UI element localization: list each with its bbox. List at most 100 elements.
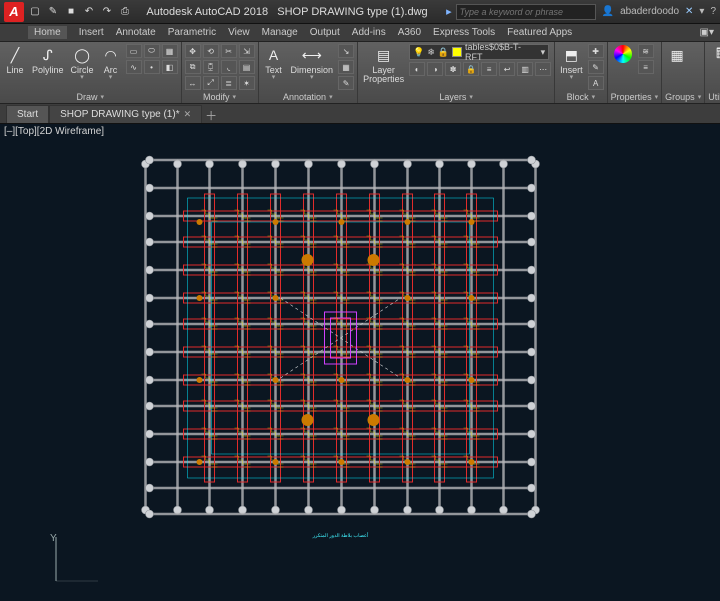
new-tab-button[interactable]: ＋: [202, 107, 220, 123]
laymore-icon[interactable]: ⋯: [535, 62, 551, 76]
panel-block: ⬒Insert▾ ✚ ✎ A Block: [555, 42, 608, 103]
freeze-icon: ❄: [427, 47, 435, 58]
tab-a360[interactable]: A360: [398, 27, 421, 38]
attribute-icon[interactable]: A: [588, 76, 604, 90]
layfrz-icon[interactable]: ✽: [445, 62, 461, 76]
create-block-icon[interactable]: ✚: [588, 44, 604, 58]
panel-groups: ▦ Groups: [662, 42, 705, 103]
layer-name: tables$0$B-T-RFT: [465, 42, 538, 62]
search-input[interactable]: [456, 4, 596, 20]
edit-block-icon[interactable]: ✎: [588, 60, 604, 74]
point-icon[interactable]: •: [144, 60, 160, 74]
svg-text:أعصاب بلاطة الدور المتكرر: أعصاب بلاطة الدور المتكرر: [312, 531, 369, 539]
arc-button[interactable]: ◠Arc▾: [99, 44, 123, 81]
move-icon[interactable]: ✥: [185, 44, 201, 58]
dimension-button[interactable]: ⟷Dimension▾: [289, 44, 336, 81]
scale-icon[interactable]: ⤢: [203, 76, 219, 90]
tab-manage[interactable]: Manage: [262, 27, 298, 38]
tab-shop-drawing[interactable]: SHOP DRAWING type (1)*✕: [49, 105, 202, 123]
layprev-icon[interactable]: ↩: [499, 62, 515, 76]
ellipse-icon[interactable]: ⬭: [144, 44, 160, 58]
extend-icon[interactable]: ⇲: [239, 44, 255, 58]
viewport[interactable]: [–][Top][2D Wireframe] أعصاب بلاطة الدور…: [0, 124, 720, 601]
polyline-button[interactable]: ᔑPolyline: [30, 44, 66, 76]
close-icon[interactable]: ✕: [184, 109, 192, 120]
signin-icon[interactable]: 👤: [602, 6, 614, 17]
polyline-icon: ᔑ: [38, 45, 58, 65]
laylock-icon[interactable]: 🔒: [463, 62, 479, 76]
text-button[interactable]: AText▾: [262, 44, 286, 81]
line-button[interactable]: ╱Line: [3, 44, 27, 76]
stretch-icon[interactable]: ↔: [185, 76, 201, 90]
print-icon[interactable]: ⎙: [118, 5, 132, 19]
layer-color-swatch: [452, 47, 462, 57]
mtext-icon[interactable]: ✎: [338, 76, 354, 90]
viewport-controls[interactable]: [–][Top][2D Wireframe]: [4, 126, 104, 137]
tab-home[interactable]: Home: [28, 26, 67, 39]
panel-modify-label[interactable]: Modify: [185, 91, 255, 103]
laywalk-icon[interactable]: ▥: [517, 62, 533, 76]
panel-utilities: 🖩 Utilities: [705, 42, 720, 103]
explode-icon[interactable]: ✶: [239, 76, 255, 90]
tab-output[interactable]: Output: [310, 27, 340, 38]
panel-draw-label[interactable]: Draw: [3, 91, 178, 103]
spline-icon[interactable]: ∿: [126, 60, 142, 74]
tab-featured[interactable]: Featured Apps: [507, 27, 572, 38]
copy-icon[interactable]: ⧉: [185, 60, 201, 74]
cloud-icon[interactable]: ▾: [699, 6, 704, 17]
help-icon[interactable]: ?: [710, 6, 716, 17]
tab-insert[interactable]: Insert: [79, 27, 104, 38]
new-icon[interactable]: ▢: [28, 5, 42, 19]
save-icon[interactable]: ■: [64, 5, 78, 19]
tab-addins[interactable]: Add-ins: [352, 27, 386, 38]
layiso-icon[interactable]: ◑: [427, 62, 443, 76]
layer-properties-button[interactable]: ▤Layer Properties: [361, 44, 406, 85]
region-icon[interactable]: ◧: [162, 60, 178, 74]
rectangle-icon[interactable]: ▭: [126, 44, 142, 58]
insert-icon: ⬒: [561, 45, 581, 65]
mirror-icon[interactable]: ⧮: [203, 60, 219, 74]
panel-utilities-label[interactable]: Utilities: [708, 91, 720, 103]
panel-properties-label[interactable]: Properties: [611, 91, 659, 103]
current-layer-select[interactable]: 💡 ❄ 🔒 tables$0$B-T-RFT ▾: [409, 44, 549, 60]
rotate-icon[interactable]: ⟲: [203, 44, 219, 58]
leader-icon[interactable]: ↘: [338, 44, 354, 58]
panel-groups-label[interactable]: Groups: [665, 91, 701, 103]
array-icon[interactable]: ▤: [239, 60, 255, 74]
tab-start[interactable]: Start: [6, 105, 49, 123]
panel-annotation-label[interactable]: Annotation: [262, 91, 355, 103]
laymatch-icon[interactable]: ≡: [481, 62, 497, 76]
tab-parametric[interactable]: Parametric: [168, 27, 216, 38]
panel-layers-label[interactable]: Layers: [361, 91, 551, 103]
groups-button[interactable]: ▦: [665, 44, 689, 66]
undo-icon[interactable]: ↶: [82, 5, 96, 19]
panel-draw: ╱Line ᔑPolyline ◯Circle▾ ◠Arc▾ ▭⬭▦ ∿•◧ D…: [0, 42, 182, 103]
search-go-icon[interactable]: ▸: [446, 5, 452, 18]
layoff-icon[interactable]: ◐: [409, 62, 425, 76]
tab-express[interactable]: Express Tools: [433, 27, 495, 38]
chevron-down-icon: ▾: [541, 47, 546, 58]
circle-button[interactable]: ◯Circle▾: [69, 44, 96, 81]
properties-button[interactable]: [611, 44, 635, 64]
table-icon[interactable]: ▦: [338, 60, 354, 74]
redo-icon[interactable]: ↷: [100, 5, 114, 19]
panel-properties: ≋ ≡ Properties: [608, 42, 663, 103]
trim-icon[interactable]: ✂: [221, 44, 237, 58]
tab-annotate[interactable]: Annotate: [116, 27, 156, 38]
tab-view[interactable]: View: [228, 27, 250, 38]
match-prop-icon[interactable]: ≋: [638, 44, 654, 58]
open-icon[interactable]: ✎: [46, 5, 60, 19]
layer-properties-icon: ▤: [374, 45, 394, 65]
utilities-button[interactable]: 🖩: [708, 44, 720, 66]
app-logo-icon[interactable]: A: [4, 2, 24, 22]
bylayer-icon[interactable]: ≡: [638, 60, 654, 74]
exchange-icon[interactable]: ✕: [685, 6, 693, 17]
offset-icon[interactable]: ≣: [221, 76, 237, 90]
draw-mini-tools: ▭⬭▦ ∿•◧: [126, 44, 178, 74]
hatch-icon[interactable]: ▦: [162, 44, 178, 58]
user-name[interactable]: abaderdoodo: [620, 6, 679, 17]
tab-overflow-icon[interactable]: ▣▾: [700, 27, 714, 38]
panel-block-label[interactable]: Block: [558, 91, 604, 103]
fillet-icon[interactable]: ◟: [221, 60, 237, 74]
insert-button[interactable]: ⬒Insert▾: [558, 44, 585, 81]
